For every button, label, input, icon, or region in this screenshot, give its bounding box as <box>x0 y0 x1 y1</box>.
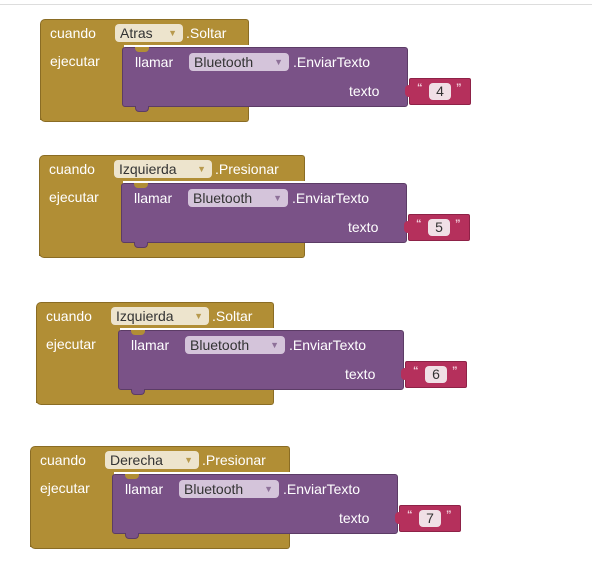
event-footer[interactable] <box>39 241 305 258</box>
call-keyword: llamar <box>131 337 170 353</box>
event-action: .Soltar <box>186 25 227 41</box>
close-quote-icon: ” <box>455 218 461 230</box>
text-value-field[interactable]: 4 <box>429 83 451 100</box>
component-dropdown-label: Atras <box>120 25 153 41</box>
text-value-field[interactable]: 6 <box>425 366 447 383</box>
text-plug <box>401 368 407 380</box>
chevron-down-icon: ▼ <box>197 164 206 174</box>
event-footer[interactable] <box>36 388 274 405</box>
text-string-block[interactable]: “ 5 ” <box>404 214 470 241</box>
param-label: texto <box>345 366 376 382</box>
chevron-down-icon: ▼ <box>270 340 279 350</box>
open-quote-icon: “ <box>407 509 413 521</box>
text-string-block[interactable]: “ 4 ” <box>405 78 471 105</box>
call-block-bluetooth-sendtext[interactable]: llamar Bluetooth ▼ .EnviarTexto texto <box>122 47 408 112</box>
method-name: .EnviarTexto <box>292 190 370 206</box>
call-block-bluetooth-sendtext[interactable]: llamar Bluetooth ▼ .EnviarTexto texto <box>121 183 407 248</box>
close-quote-icon: ” <box>452 365 458 377</box>
event-action: .Soltar <box>212 308 253 324</box>
connector-notch <box>134 183 148 188</box>
call-block-bluetooth-sendtext[interactable]: llamar Bluetooth ▼ .EnviarTexto texto <box>118 330 404 395</box>
event-action: .Presionar <box>215 161 279 177</box>
method-name: .EnviarTexto <box>293 54 371 70</box>
connector-tab <box>135 106 149 112</box>
method-name: .EnviarTexto <box>283 481 361 497</box>
event-keyword: cuando <box>49 161 95 177</box>
execute-label: ejecutar <box>46 336 96 352</box>
execute-label: ejecutar <box>50 53 100 69</box>
text-value-field[interactable]: 5 <box>428 219 450 236</box>
call-keyword: llamar <box>125 481 164 497</box>
param-label: texto <box>349 83 380 99</box>
bluetooth-component-dropdown[interactable]: Bluetooth ▼ <box>185 336 285 354</box>
component-dropdown-label: Izquierda <box>116 308 174 324</box>
open-quote-icon: “ <box>413 365 419 377</box>
bluetooth-dropdown-label: Bluetooth <box>193 190 253 206</box>
chevron-down-icon: ▼ <box>264 484 273 494</box>
bluetooth-component-dropdown[interactable]: Bluetooth ▼ <box>188 189 288 207</box>
call-keyword: llamar <box>134 190 173 206</box>
workspace-top-border <box>0 4 592 5</box>
bluetooth-component-dropdown[interactable]: Bluetooth ▼ <box>179 480 279 498</box>
component-dropdown[interactable]: Atras ▼ <box>115 24 183 42</box>
chevron-down-icon: ▼ <box>273 193 282 203</box>
text-plug <box>405 85 411 97</box>
component-dropdown[interactable]: Izquierda ▼ <box>114 160 212 178</box>
open-quote-icon: “ <box>416 218 422 230</box>
text-plug <box>395 512 401 524</box>
execute-label: ejecutar <box>49 189 99 205</box>
bluetooth-dropdown-label: Bluetooth <box>184 481 244 497</box>
close-quote-icon: ” <box>456 82 462 94</box>
event-footer[interactable] <box>30 532 290 549</box>
call-keyword: llamar <box>135 54 174 70</box>
bluetooth-dropdown-label: Bluetooth <box>190 337 250 353</box>
component-dropdown-label: Derecha <box>110 452 163 468</box>
param-label: texto <box>348 219 379 235</box>
bluetooth-component-dropdown[interactable]: Bluetooth ▼ <box>189 53 289 71</box>
event-keyword: cuando <box>50 25 96 41</box>
call-block-bluetooth-sendtext[interactable]: llamar Bluetooth ▼ .EnviarTexto texto <box>112 474 398 539</box>
connector-notch <box>131 330 145 335</box>
text-string-block[interactable]: “ 6 ” <box>401 361 467 388</box>
component-dropdown[interactable]: Derecha ▼ <box>105 451 199 469</box>
connector-tab <box>134 242 148 248</box>
close-quote-icon: ” <box>446 509 452 521</box>
method-name: .EnviarTexto <box>289 337 367 353</box>
connector-notch <box>125 474 139 479</box>
execute-label: ejecutar <box>40 480 90 496</box>
chevron-down-icon: ▼ <box>194 311 203 321</box>
bluetooth-dropdown-label: Bluetooth <box>194 54 254 70</box>
open-quote-icon: “ <box>417 82 423 94</box>
chevron-down-icon: ▼ <box>274 57 283 67</box>
connector-notch <box>135 47 149 52</box>
connector-tab <box>131 389 145 395</box>
param-label: texto <box>339 510 370 526</box>
chevron-down-icon: ▼ <box>184 455 193 465</box>
chevron-down-icon: ▼ <box>168 28 177 38</box>
component-dropdown-label: Izquierda <box>119 161 177 177</box>
event-keyword: cuando <box>46 308 92 324</box>
component-dropdown[interactable]: Izquierda ▼ <box>111 307 209 325</box>
text-value-field[interactable]: 7 <box>419 510 441 527</box>
text-plug <box>404 221 410 233</box>
text-string-block[interactable]: “ 7 ” <box>395 505 461 532</box>
connector-tab <box>125 533 139 539</box>
event-keyword: cuando <box>40 452 86 468</box>
event-action: .Presionar <box>202 452 266 468</box>
